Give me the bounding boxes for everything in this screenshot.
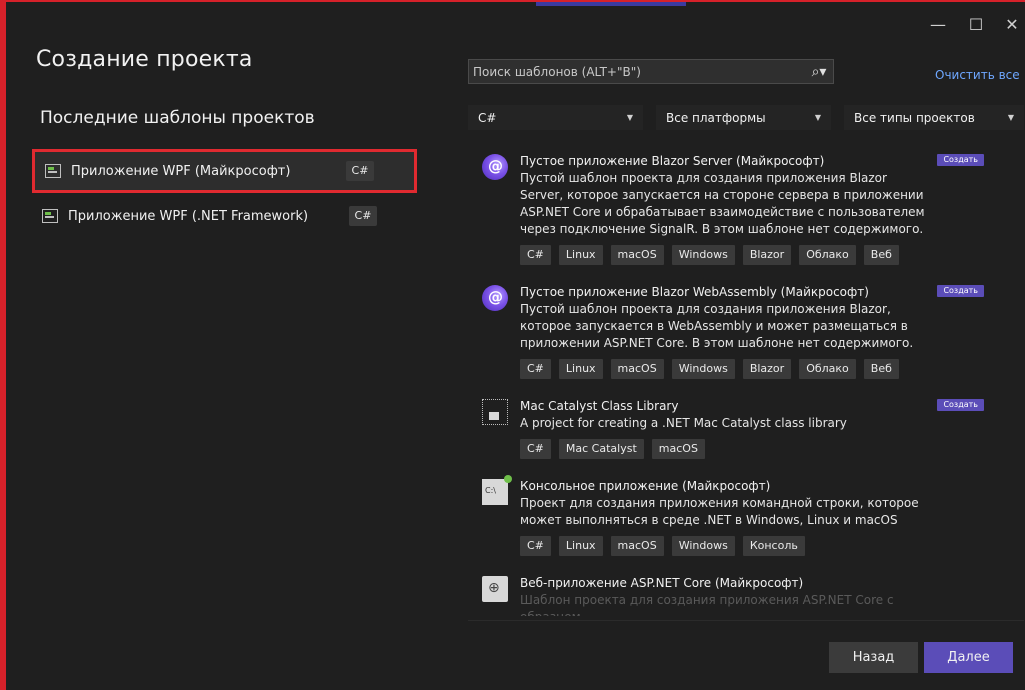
create-badge: Создать [937, 285, 984, 297]
chevron-down-icon: ▼ [1007, 113, 1014, 122]
maximize-button[interactable]: ☐ [960, 10, 992, 40]
template-tag: Windows [671, 536, 735, 556]
template-tags: C# Linux macOS Windows Консоль [520, 536, 1024, 556]
library-icon [482, 399, 508, 425]
recent-templates-heading: Последние шаблоны проектов [40, 108, 315, 128]
template-list[interactable]: Пустое приложение Blazor Server (Майкрос… [468, 146, 1024, 616]
page-title: Создание проекта [36, 47, 253, 72]
template-tag: Облако [799, 359, 856, 379]
platform-filter-dropdown[interactable]: Все платформы ▼ [656, 105, 831, 130]
blazor-icon [482, 285, 508, 311]
language-filter-value: C# [478, 110, 497, 125]
recent-template-item[interactable]: Приложение WPF (Майкрософт) C# [32, 149, 417, 193]
create-badge: Создать [937, 399, 984, 411]
template-title: Веб-приложение ASP.NET Core (Майкрософт) [520, 576, 804, 590]
template-tag: Linux [558, 359, 603, 379]
language-badge: C# [346, 161, 374, 181]
template-description: Шаблон проекта для создания приложения A… [520, 593, 894, 616]
template-tag: macOS [610, 536, 664, 556]
template-tag: Веб [863, 359, 899, 379]
clear-all-link[interactable]: Очистить все [935, 68, 1020, 82]
template-tag: C# [520, 439, 551, 459]
template-tag: Linux [558, 536, 603, 556]
wpf-app-icon [42, 209, 58, 223]
console-icon [482, 475, 512, 505]
close-button[interactable]: ✕ [996, 10, 1025, 40]
template-tag: macOS [651, 439, 705, 459]
back-button[interactable]: Назад [829, 642, 918, 673]
template-item[interactable]: Пустое приложение Blazor WebAssembly (Ма… [468, 277, 1024, 379]
template-tag: Windows [671, 245, 735, 265]
search-input[interactable] [469, 64, 805, 79]
template-item[interactable]: Веб-приложение ASP.NET Core (Майкрософт)… [468, 568, 1024, 616]
minimize-button[interactable]: — [922, 10, 954, 40]
language-badge: C# [349, 206, 377, 226]
chevron-down-icon: ▼ [814, 113, 821, 122]
recent-template-label: Приложение WPF (Майкрософт) [71, 163, 291, 179]
template-item[interactable]: Mac Catalyst Class Library A project for… [468, 391, 1024, 459]
recent-template-item[interactable]: Приложение WPF (.NET Framework) C# [32, 194, 417, 238]
project-type-filter-value: Все типы проектов [854, 110, 975, 125]
template-tag: Blazor [742, 245, 792, 265]
template-description: Проект для создания приложения командной… [520, 496, 919, 527]
template-tag: Linux [558, 245, 603, 265]
wpf-app-icon [45, 164, 61, 178]
template-description: A project for creating a .NET Mac Cataly… [520, 416, 847, 430]
create-project-window: — ☐ ✕ Создание проекта Последние шаблоны… [0, 0, 1025, 690]
template-tags: C# Linux macOS Windows Blazor Облако Веб [520, 245, 1024, 265]
template-tags: C# Linux macOS Windows Blazor Облако Веб [520, 359, 1024, 379]
template-tag: C# [520, 245, 551, 265]
template-tag: Веб [863, 245, 899, 265]
template-tag: macOS [610, 359, 664, 379]
template-tag: Windows [671, 359, 735, 379]
blazor-icon [482, 154, 508, 180]
next-button[interactable]: Далее [924, 642, 1013, 673]
template-tag: Mac Catalyst [558, 439, 644, 459]
recent-template-label: Приложение WPF (.NET Framework) [68, 208, 309, 224]
template-tag: Консоль [742, 536, 805, 556]
create-badge: Создать [937, 154, 984, 166]
template-tag: macOS [610, 245, 664, 265]
title-accent-strip [536, 2, 686, 6]
project-type-filter-dropdown[interactable]: Все типы проектов ▼ [844, 105, 1024, 130]
template-tag: Blazor [742, 359, 792, 379]
template-title: Консольное приложение (Майкрософт) [520, 479, 771, 493]
language-filter-dropdown[interactable]: C# ▼ [468, 105, 643, 130]
template-description: Пустой шаблон проекта для создания прило… [520, 302, 914, 350]
template-tag: C# [520, 536, 551, 556]
template-tag: Облако [799, 245, 856, 265]
web-app-icon [482, 576, 508, 602]
platform-filter-value: Все платформы [666, 110, 766, 125]
footer-divider [468, 620, 1024, 621]
search-icon[interactable]: ⌕▾ [805, 64, 833, 80]
template-tags: C# Mac Catalyst macOS [520, 439, 1024, 459]
template-tag: C# [520, 359, 551, 379]
template-search-box: ⌕▾ [468, 59, 834, 84]
template-item[interactable]: Консольное приложение (Майкрософт) Проек… [468, 471, 1024, 556]
template-item[interactable]: Пустое приложение Blazor Server (Майкрос… [468, 146, 1024, 265]
chevron-down-icon: ▼ [626, 113, 633, 122]
template-description: Пустой шаблон проекта для создания прило… [520, 171, 925, 236]
